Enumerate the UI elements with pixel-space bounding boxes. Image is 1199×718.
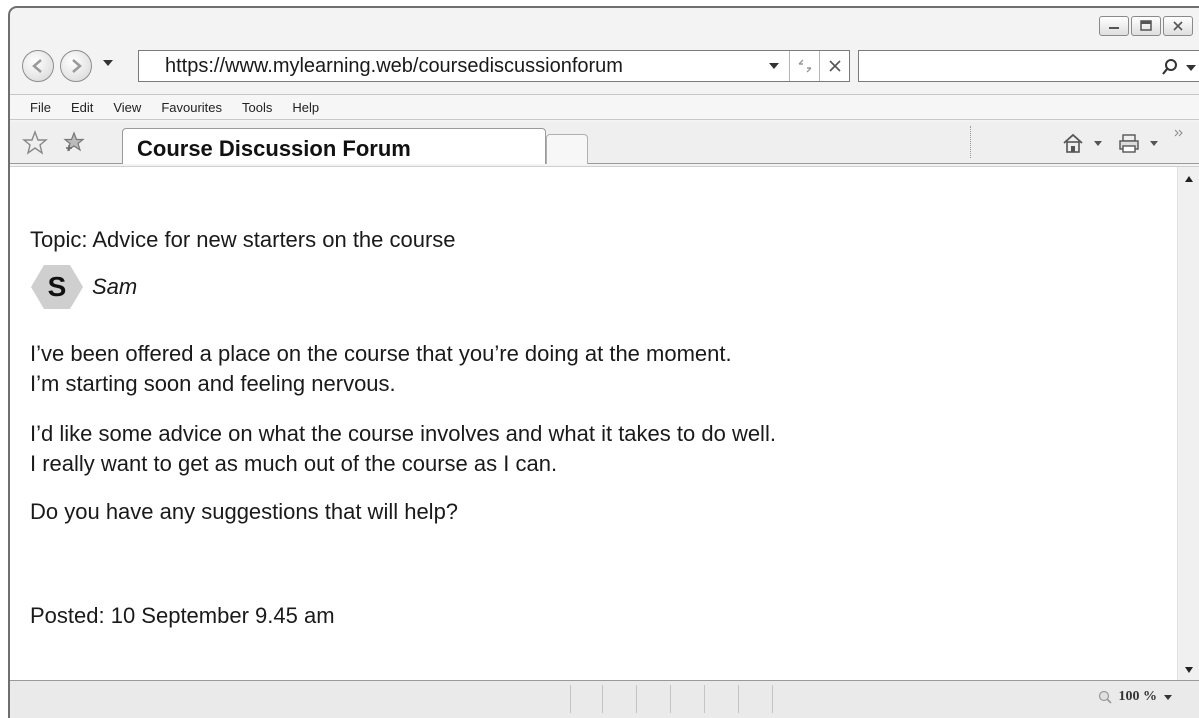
message-paragraph-2: I’d like some advice on what the course … xyxy=(30,419,776,479)
scroll-down-button[interactable] xyxy=(1178,660,1199,680)
avatar-letter: S xyxy=(47,271,67,302)
forward-button[interactable] xyxy=(60,50,92,82)
minimize-icon xyxy=(1109,27,1119,29)
home-dropdown-icon[interactable] xyxy=(1093,139,1103,147)
favorites-buttons xyxy=(22,130,86,156)
menu-view[interactable]: View xyxy=(113,100,141,115)
stop-icon xyxy=(828,60,841,72)
author-name: Sam xyxy=(92,274,138,299)
menu-help[interactable]: Help xyxy=(292,100,319,115)
address-tools xyxy=(759,51,849,81)
menu-bar: File Edit View Favourites Tools Help xyxy=(10,94,1199,120)
page-content: Topic: Advice for new starters on the co… xyxy=(10,166,1199,680)
new-tab-button[interactable] xyxy=(546,134,588,164)
arrow-down-icon xyxy=(1185,667,1193,673)
menu-tools[interactable]: Tools xyxy=(242,100,272,115)
status-cell xyxy=(738,685,739,713)
message-paragraph-3: Do you have any suggestions that will he… xyxy=(30,499,459,524)
print-dropdown-icon[interactable] xyxy=(1149,139,1159,147)
message-line: I really want to get as much out of the … xyxy=(30,451,558,476)
post-author: S Sam xyxy=(30,263,137,311)
post-timestamp: Posted: 10 September 9.45 am xyxy=(30,603,335,628)
chevron-down-icon xyxy=(1164,695,1172,700)
address-row: https://www.mylearning.web/coursediscuss… xyxy=(10,46,1199,90)
menu-edit[interactable]: Edit xyxy=(71,100,93,115)
close-window-button[interactable] xyxy=(1163,16,1193,36)
history-dropdown-icon[interactable] xyxy=(102,58,114,68)
add-favorites-icon[interactable] xyxy=(62,130,86,154)
status-bar: 100 % xyxy=(10,680,1199,718)
status-cell xyxy=(670,685,671,713)
arrow-up-icon xyxy=(1185,176,1193,182)
tab-row: Course Discussion Forum xyxy=(10,122,1199,164)
back-icon xyxy=(32,59,42,73)
refresh-button[interactable] xyxy=(789,51,819,81)
status-cell xyxy=(602,685,603,713)
menu-favourites[interactable]: Favourites xyxy=(161,100,222,115)
home-icon[interactable] xyxy=(1061,132,1085,154)
address-bar[interactable]: https://www.mylearning.web/coursediscuss… xyxy=(138,50,850,82)
chevron-right-icon[interactable] xyxy=(1173,128,1185,138)
print-icon[interactable] xyxy=(1117,132,1141,154)
minimize-button[interactable] xyxy=(1099,16,1129,36)
status-cell xyxy=(570,685,571,713)
chevron-down-icon xyxy=(769,63,779,69)
forward-icon xyxy=(72,59,82,73)
message-line: I’d like some advice on what the course … xyxy=(30,421,776,446)
message-paragraph-1: I’ve been offered a place on the course … xyxy=(30,339,732,399)
message-line: I’ve been offered a place on the course … xyxy=(30,341,732,366)
status-cell xyxy=(636,685,637,713)
zoom-level: 100 % xyxy=(1118,689,1158,704)
url-text: https://www.mylearning.web/coursediscuss… xyxy=(165,55,623,77)
message-line: I’m starting soon and feeling nervous. xyxy=(30,371,396,396)
address-dropdown-button[interactable] xyxy=(759,51,789,81)
tab-title: Course Discussion Forum xyxy=(137,136,411,161)
maximize-button[interactable] xyxy=(1131,16,1161,36)
zoom-control[interactable]: 100 % xyxy=(1097,689,1174,705)
window-controls xyxy=(1099,16,1193,36)
status-cell xyxy=(772,685,773,713)
refresh-icon xyxy=(798,59,811,73)
command-bar xyxy=(1061,132,1159,154)
search-dropdown-icon[interactable] xyxy=(1185,63,1197,73)
browser-window: https://www.mylearning.web/coursediscuss… xyxy=(8,6,1199,718)
zoom-icon xyxy=(1098,690,1112,704)
search-icon[interactable] xyxy=(1161,58,1179,76)
tab-course-discussion-forum[interactable]: Course Discussion Forum xyxy=(122,128,546,164)
avatar: S xyxy=(30,263,84,311)
close-icon xyxy=(1173,21,1183,31)
vertical-scrollbar[interactable] xyxy=(1177,167,1199,680)
topic-title: Topic: Advice for new starters on the co… xyxy=(30,227,456,252)
menu-file[interactable]: File xyxy=(30,100,51,115)
status-cell xyxy=(704,685,705,713)
favorites-star-icon[interactable] xyxy=(22,130,48,156)
stop-button[interactable] xyxy=(819,51,849,81)
back-button[interactable] xyxy=(22,50,54,82)
search-box[interactable] xyxy=(858,50,1199,82)
command-bar-divider xyxy=(970,126,971,158)
scroll-up-button[interactable] xyxy=(1178,169,1199,189)
maximize-icon xyxy=(1140,20,1152,31)
